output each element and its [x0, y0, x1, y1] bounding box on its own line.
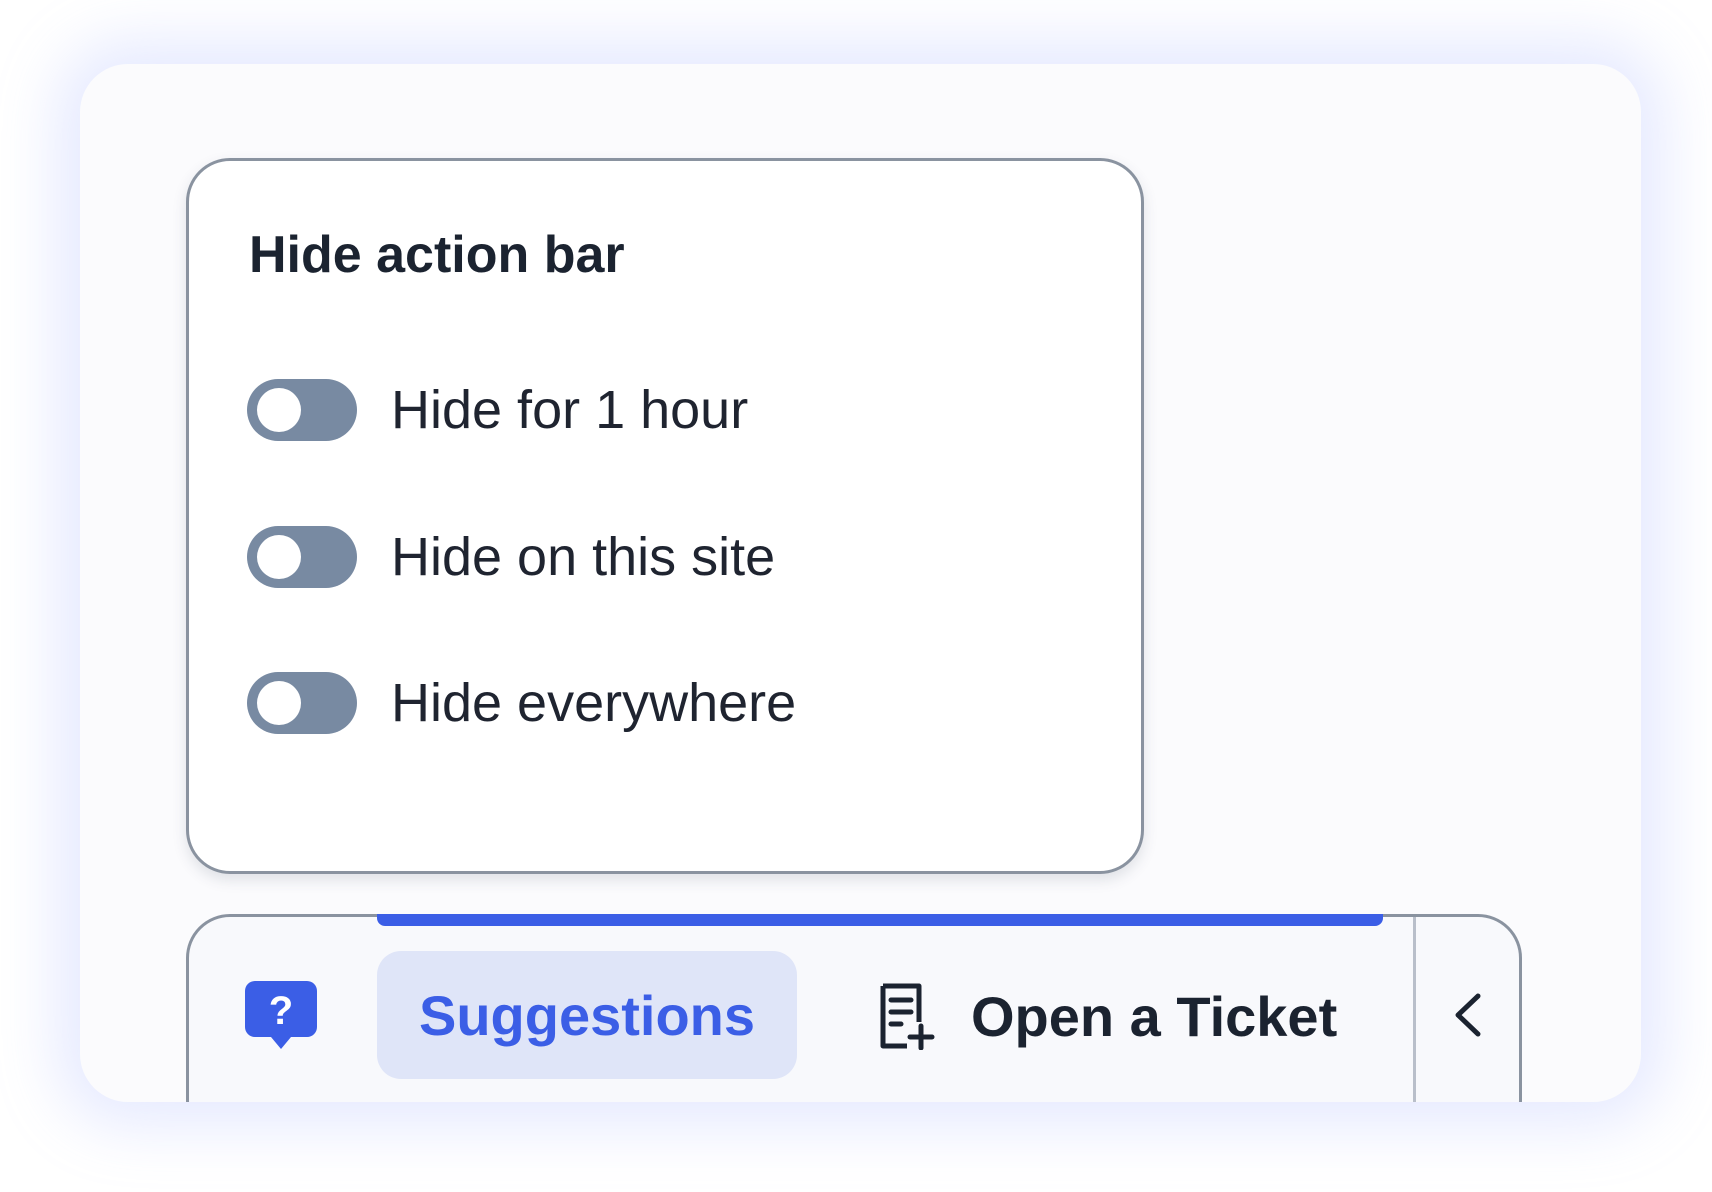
hide-action-bar-popover: Hide action bar Hide for 1 hour Hide on … — [186, 158, 1144, 874]
popover-title: Hide action bar — [249, 226, 625, 284]
toggle-hide-on-this-site[interactable] — [247, 526, 357, 588]
tab-suggestions-label: Suggestions — [418, 983, 756, 1047]
svg-text:?: ? — [269, 989, 293, 1033]
option-hide-for-1-hour[interactable]: Hide for 1 hour — [247, 379, 748, 441]
option-label: Hide for 1 hour — [391, 380, 749, 440]
open-ticket-button[interactable]: Open a Ticket — [877, 961, 1337, 1071]
toggle-hide-for-1-hour[interactable] — [247, 379, 357, 441]
open-ticket-label: Open a Ticket — [971, 984, 1338, 1048]
active-tab-indicator — [377, 914, 1383, 926]
toggle-hide-everywhere[interactable] — [247, 672, 357, 734]
toggle-knob — [257, 535, 301, 579]
tab-suggestions[interactable]: Suggestions — [377, 951, 797, 1079]
toggle-knob — [257, 388, 301, 432]
action-bar: ? Suggestions Open a Ticket — [186, 914, 1522, 1102]
option-hide-everywhere[interactable]: Hide everywhere — [247, 672, 796, 734]
chevron-left-icon — [1455, 993, 1481, 1037]
collapse-button[interactable] — [1435, 975, 1501, 1055]
option-label: Hide on this site — [391, 527, 776, 587]
add-document-icon — [880, 983, 935, 1050]
option-hide-on-this-site[interactable]: Hide on this site — [247, 526, 775, 588]
option-label: Hide everywhere — [391, 673, 797, 733]
divider — [1413, 917, 1416, 1102]
help-chat-bubble-icon[interactable]: ? — [241, 975, 321, 1055]
toggle-knob — [257, 681, 301, 725]
app-canvas: Hide action bar Hide for 1 hour Hide on … — [80, 64, 1641, 1102]
